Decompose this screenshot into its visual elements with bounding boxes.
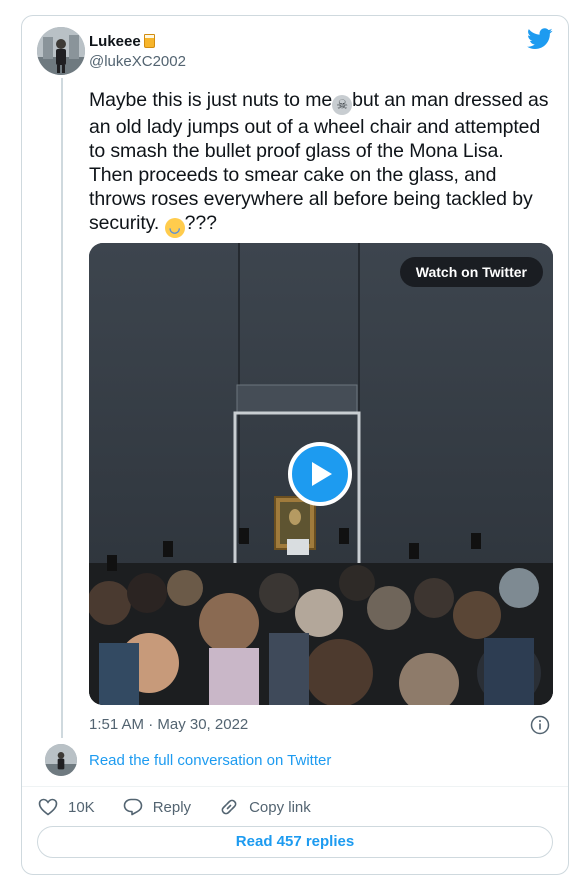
conversation-avatar[interactable] — [45, 744, 77, 776]
beer-icon — [143, 34, 155, 48]
laughing-face-icon: ◡ — [164, 218, 185, 238]
reply-icon — [123, 798, 143, 816]
like-count: 10K — [68, 798, 95, 816]
play-button[interactable] — [288, 442, 352, 506]
copy-link-button[interactable]: Copy link — [219, 796, 311, 818]
heart-icon — [38, 798, 58, 816]
watch-on-twitter-button[interactable]: Watch on Twitter — [399, 257, 543, 287]
author-avatar[interactable] — [37, 27, 85, 75]
like-button[interactable]: 10K — [38, 796, 95, 818]
tweet-text-part-3: ??? — [184, 212, 217, 234]
tweet-timestamp[interactable]: 1:51 AM · May 30, 2022 — [89, 716, 248, 733]
author-name[interactable]: Lukeee — [89, 33, 155, 50]
read-conversation-link[interactable]: Read the full conversation on Twitter — [89, 752, 331, 769]
action-bar: 10K Reply Copy link — [38, 796, 339, 818]
avatar-photo — [37, 27, 85, 75]
link-icon — [221, 799, 237, 815]
tweet-text-part-1: Maybe this is just nuts to me — [89, 89, 333, 111]
tweet-text: Maybe this is just nuts to me ☠ but an man… — [89, 88, 551, 238]
reply-button[interactable]: Reply — [123, 796, 191, 818]
video-thumbnail[interactable]: Watch on Twitter — [89, 243, 553, 705]
read-replies-button[interactable]: Read 457 replies — [37, 826, 553, 858]
thread-line — [61, 78, 63, 738]
author-handle[interactable]: @lukeXC2002 — [89, 53, 186, 70]
play-icon — [312, 462, 332, 486]
reply-label: Reply — [152, 798, 192, 816]
copy-link-label: Copy link — [249, 798, 311, 816]
divider — [22, 786, 568, 787]
twitter-bird-icon[interactable] — [527, 28, 553, 50]
info-icon[interactable] — [530, 715, 550, 735]
avatar-photo — [45, 744, 77, 776]
skull-icon: ☠ — [332, 95, 353, 115]
